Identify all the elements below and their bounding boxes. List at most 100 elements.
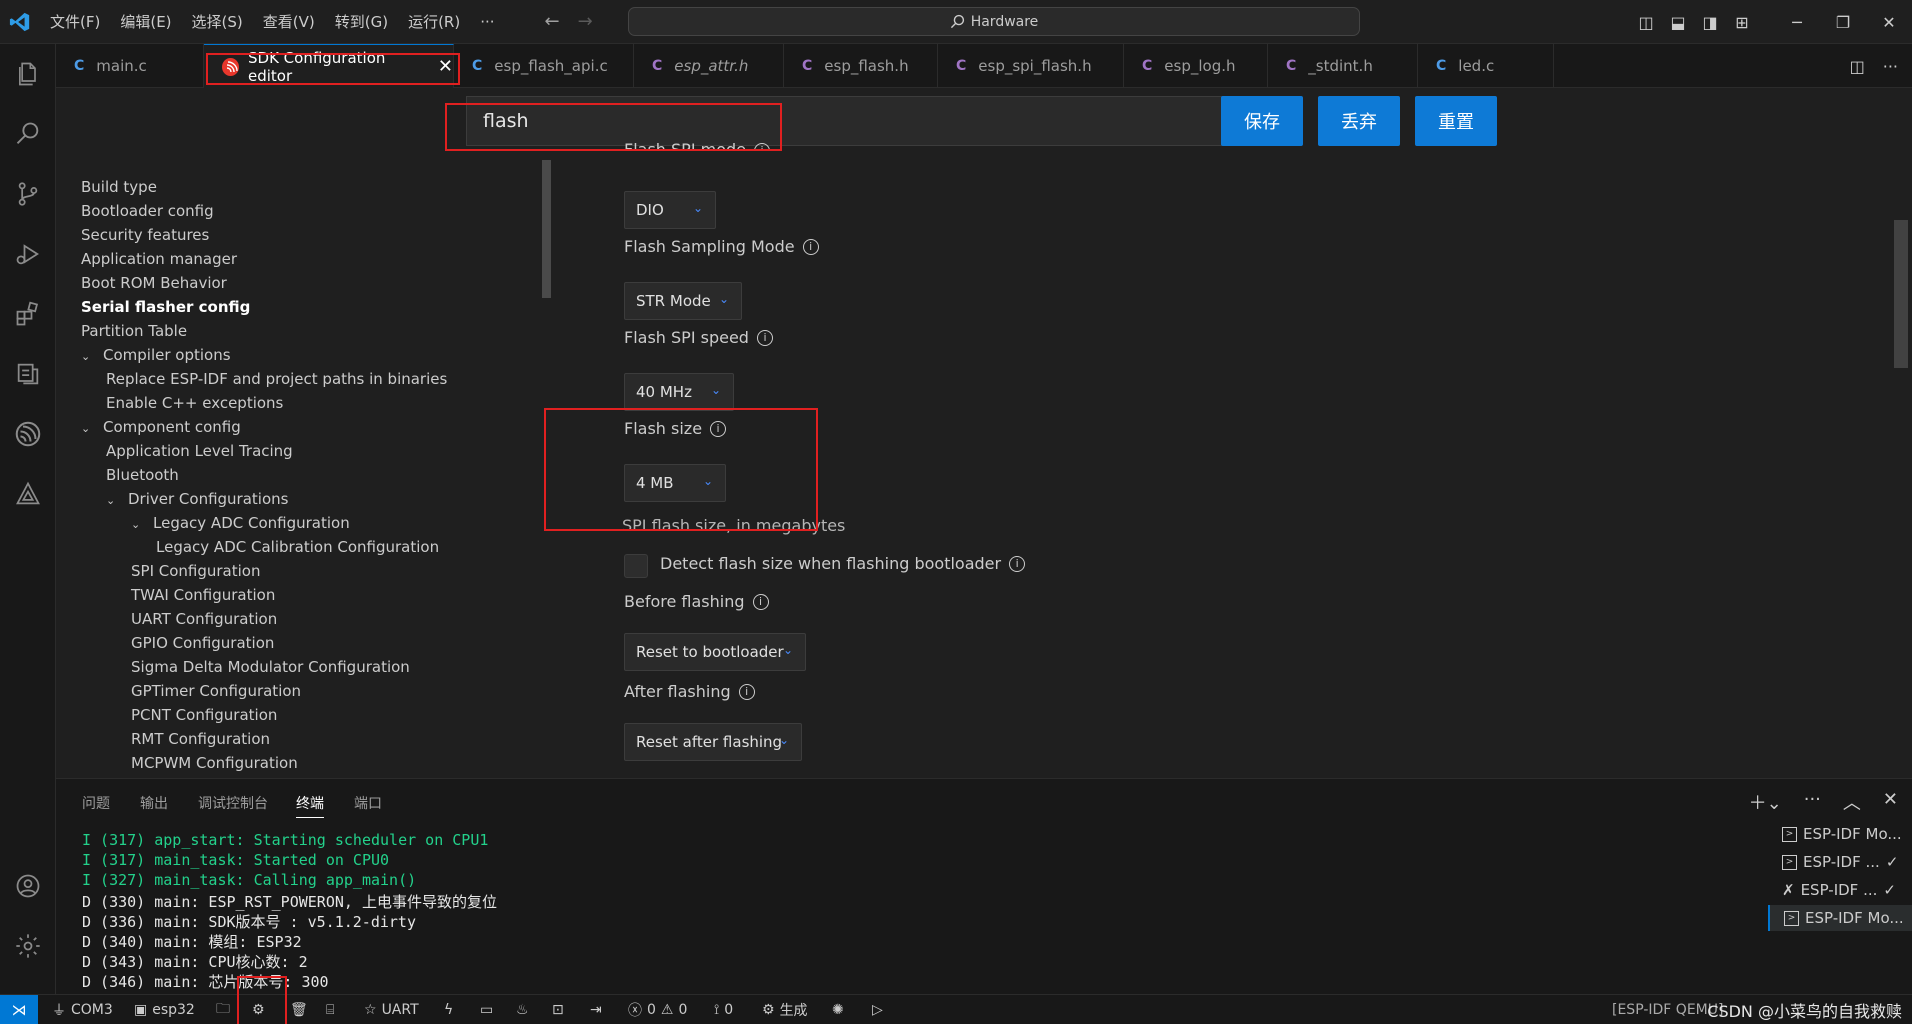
panel-tab-debug-console[interactable]: 调试控制台 xyxy=(198,793,268,813)
menu-selection[interactable]: 选择(S) xyxy=(182,11,253,32)
close-panel-icon[interactable]: ✕ xyxy=(1883,789,1898,815)
reset-button[interactable]: 重置 xyxy=(1415,96,1497,146)
tree-item-application-manager[interactable]: Application manager xyxy=(81,250,237,268)
tree-item-partition-table[interactable]: Partition Table xyxy=(81,322,187,340)
toggle-secondary-sidebar-icon[interactable]: ◨ xyxy=(1694,13,1726,32)
more-actions-icon[interactable]: ··· xyxy=(1883,57,1898,76)
maximize-panel-icon[interactable]: ︿ xyxy=(1843,789,1861,815)
menu-go[interactable]: 转到(G) xyxy=(325,11,398,32)
tree-item-legacy-adc-calibration[interactable]: Legacy ADC Calibration Configuration xyxy=(156,538,439,556)
info-icon[interactable]: i xyxy=(710,420,727,437)
status-folder[interactable]: 🗀 xyxy=(216,995,230,1024)
split-editor-icon[interactable]: ◫ xyxy=(1850,57,1865,76)
status-run[interactable]: ⇥ xyxy=(590,995,602,1024)
menu-view[interactable]: 查看(V) xyxy=(253,11,325,32)
tree-item-build-type[interactable]: Build type xyxy=(81,178,157,196)
customize-layout-icon[interactable]: ⊞ xyxy=(1726,13,1758,32)
tree-item-security-features[interactable]: Security features xyxy=(81,226,209,244)
tab-esp-attr-h[interactable]: C esp_attr.h xyxy=(634,44,784,88)
status-flash-method[interactable]: ☆ UART xyxy=(364,995,419,1024)
terminal-entry[interactable]: > ESP-IDF ... ✓ xyxy=(1768,849,1912,875)
tree-item-pcnt[interactable]: PCNT Configuration xyxy=(131,706,277,724)
tree-item-legacy-adc[interactable]: ⌄ Legacy ADC Configuration xyxy=(131,514,350,532)
terminal-entry[interactable]: > ESP-IDF Mo... xyxy=(1768,821,1912,847)
toggle-panel-icon[interactable]: ⬓ xyxy=(1662,13,1694,32)
close-window-icon[interactable]: ✕ xyxy=(1866,13,1912,32)
espressif-icon[interactable] xyxy=(0,410,56,458)
tab-esp-flash-api-c[interactable]: C esp_flash_api.c xyxy=(454,44,634,88)
toggle-primary-sidebar-icon[interactable]: ◫ xyxy=(1630,13,1662,32)
back-arrow-icon[interactable]: ← xyxy=(545,11,560,32)
tree-item-serial-flasher-config[interactable]: Serial flasher config xyxy=(81,298,250,316)
menu-file[interactable]: 文件(F) xyxy=(40,11,110,32)
panel-tab-ports[interactable]: 端口 xyxy=(354,793,382,813)
tab-esp-log-h[interactable]: C esp_log.h xyxy=(1124,44,1268,88)
save-button[interactable]: 保存 xyxy=(1221,96,1303,146)
close-tab-icon[interactable]: ✕ xyxy=(438,56,453,77)
flash-sampling-mode-dropdown[interactable]: STR Mode ⌄ xyxy=(624,282,742,320)
status-terminal[interactable]: ⊡ xyxy=(552,995,564,1024)
explorer-icon[interactable] xyxy=(0,50,56,98)
terminal-entry-selected[interactable]: > ESP-IDF Mo... xyxy=(1768,905,1912,931)
tab-stdint-h[interactable]: C _stdint.h xyxy=(1268,44,1418,88)
restore-icon[interactable]: ❐ xyxy=(1820,13,1866,32)
menu-edit[interactable]: 编辑(E) xyxy=(110,11,181,32)
tree-item-gptimer[interactable]: GPTimer Configuration xyxy=(131,682,301,700)
tree-item-component-config[interactable]: ⌄ Component config xyxy=(81,418,241,436)
command-center[interactable]: Hardware xyxy=(628,7,1360,36)
status-build[interactable]: ⚙ 生成 xyxy=(762,995,808,1024)
tree-item-boot-rom-behavior[interactable]: Boot ROM Behavior xyxy=(81,274,227,292)
detect-flash-size-checkbox[interactable] xyxy=(624,554,648,578)
testing-icon[interactable] xyxy=(0,350,56,398)
panel-tab-output[interactable]: 输出 xyxy=(140,793,168,813)
source-control-icon[interactable] xyxy=(0,170,56,218)
info-icon[interactable]: i xyxy=(738,683,755,700)
remote-icon[interactable]: ⋊ xyxy=(0,994,38,1024)
panel-tab-problems[interactable]: 问题 xyxy=(82,793,110,813)
tree-item-twai-configuration[interactable]: TWAI Configuration xyxy=(131,586,275,604)
flash-spi-speed-dropdown[interactable]: 40 MHz ⌄ xyxy=(624,373,734,411)
tree-item-compiler-options[interactable]: ⌄ Compiler options xyxy=(81,346,231,364)
tab-sdk-config-editor[interactable]: SDK Configuration editor ✕ xyxy=(204,44,454,88)
extensions-icon[interactable] xyxy=(0,290,56,338)
menu-run[interactable]: 运行(R) xyxy=(398,11,470,32)
new-terminal-icon[interactable]: ＋⌄ xyxy=(1749,789,1782,815)
accounts-icon[interactable] xyxy=(0,862,56,910)
info-icon[interactable]: i xyxy=(752,593,769,610)
status-debug[interactable]: ✺ xyxy=(832,995,844,1024)
settings-gear-icon[interactable] xyxy=(0,922,56,970)
tab-esp-spi-flash-h[interactable]: C esp_spi_flash.h xyxy=(938,44,1124,88)
forward-arrow-icon[interactable]: → xyxy=(578,11,593,32)
menu-more[interactable]: ··· xyxy=(470,13,504,31)
tree-item-driver-configurations[interactable]: ⌄ Driver Configurations xyxy=(106,490,288,508)
status-sdkconfig[interactable]: ⚙ xyxy=(252,995,265,1024)
discard-button[interactable]: 丢弃 xyxy=(1318,96,1400,146)
tree-item-uart-configuration[interactable]: UART Configuration xyxy=(131,610,277,628)
tree-item-app-level-tracing[interactable]: Application Level Tracing xyxy=(106,442,293,460)
terminal-entry[interactable]: ✗ ESP-IDF ... ✓ xyxy=(1768,877,1912,903)
tree-item-bootloader-config[interactable]: Bootloader config xyxy=(81,202,214,220)
flash-spi-mode-dropdown[interactable]: DIO ⌄ xyxy=(624,191,716,229)
after-flashing-dropdown[interactable]: Reset after flashing ⌄ xyxy=(624,723,802,761)
info-icon[interactable]: i xyxy=(1009,555,1026,572)
status-problems[interactable]: ⓧ 0 ⚠ 0 xyxy=(628,995,687,1024)
tree-item-sigma-delta[interactable]: Sigma Delta Modulator Configuration xyxy=(131,658,410,676)
status-fullclean[interactable]: 🗑 xyxy=(290,995,308,1024)
tree-scrollbar[interactable] xyxy=(542,160,551,298)
settings-scrollbar[interactable] xyxy=(1894,220,1908,368)
search-icon[interactable] xyxy=(0,110,56,158)
status-launch[interactable]: ▷ xyxy=(872,995,883,1024)
info-icon[interactable]: i xyxy=(802,238,819,255)
before-flashing-dropdown[interactable]: Reset to bootloader ⌄ xyxy=(624,633,806,671)
status-flash[interactable]: ϟ xyxy=(444,995,453,1024)
flash-size-dropdown[interactable]: 4 MB ⌄ xyxy=(624,464,726,502)
config-search-input[interactable]: flash xyxy=(466,96,1262,146)
info-icon[interactable]: i xyxy=(756,329,773,346)
tree-item-cpp-exceptions[interactable]: Enable C++ exceptions xyxy=(106,394,283,412)
status-build-flash-monitor[interactable]: ♨ xyxy=(516,995,529,1024)
tree-item-replace-paths[interactable]: Replace ESP-IDF and project paths in bin… xyxy=(106,370,447,388)
minimize-icon[interactable]: ─ xyxy=(1774,13,1820,32)
tab-esp-flash-h[interactable]: C esp_flash.h xyxy=(784,44,938,88)
idf-tools-icon[interactable] xyxy=(0,470,56,518)
status-ports[interactable]: ⟟ 0 xyxy=(714,995,733,1024)
